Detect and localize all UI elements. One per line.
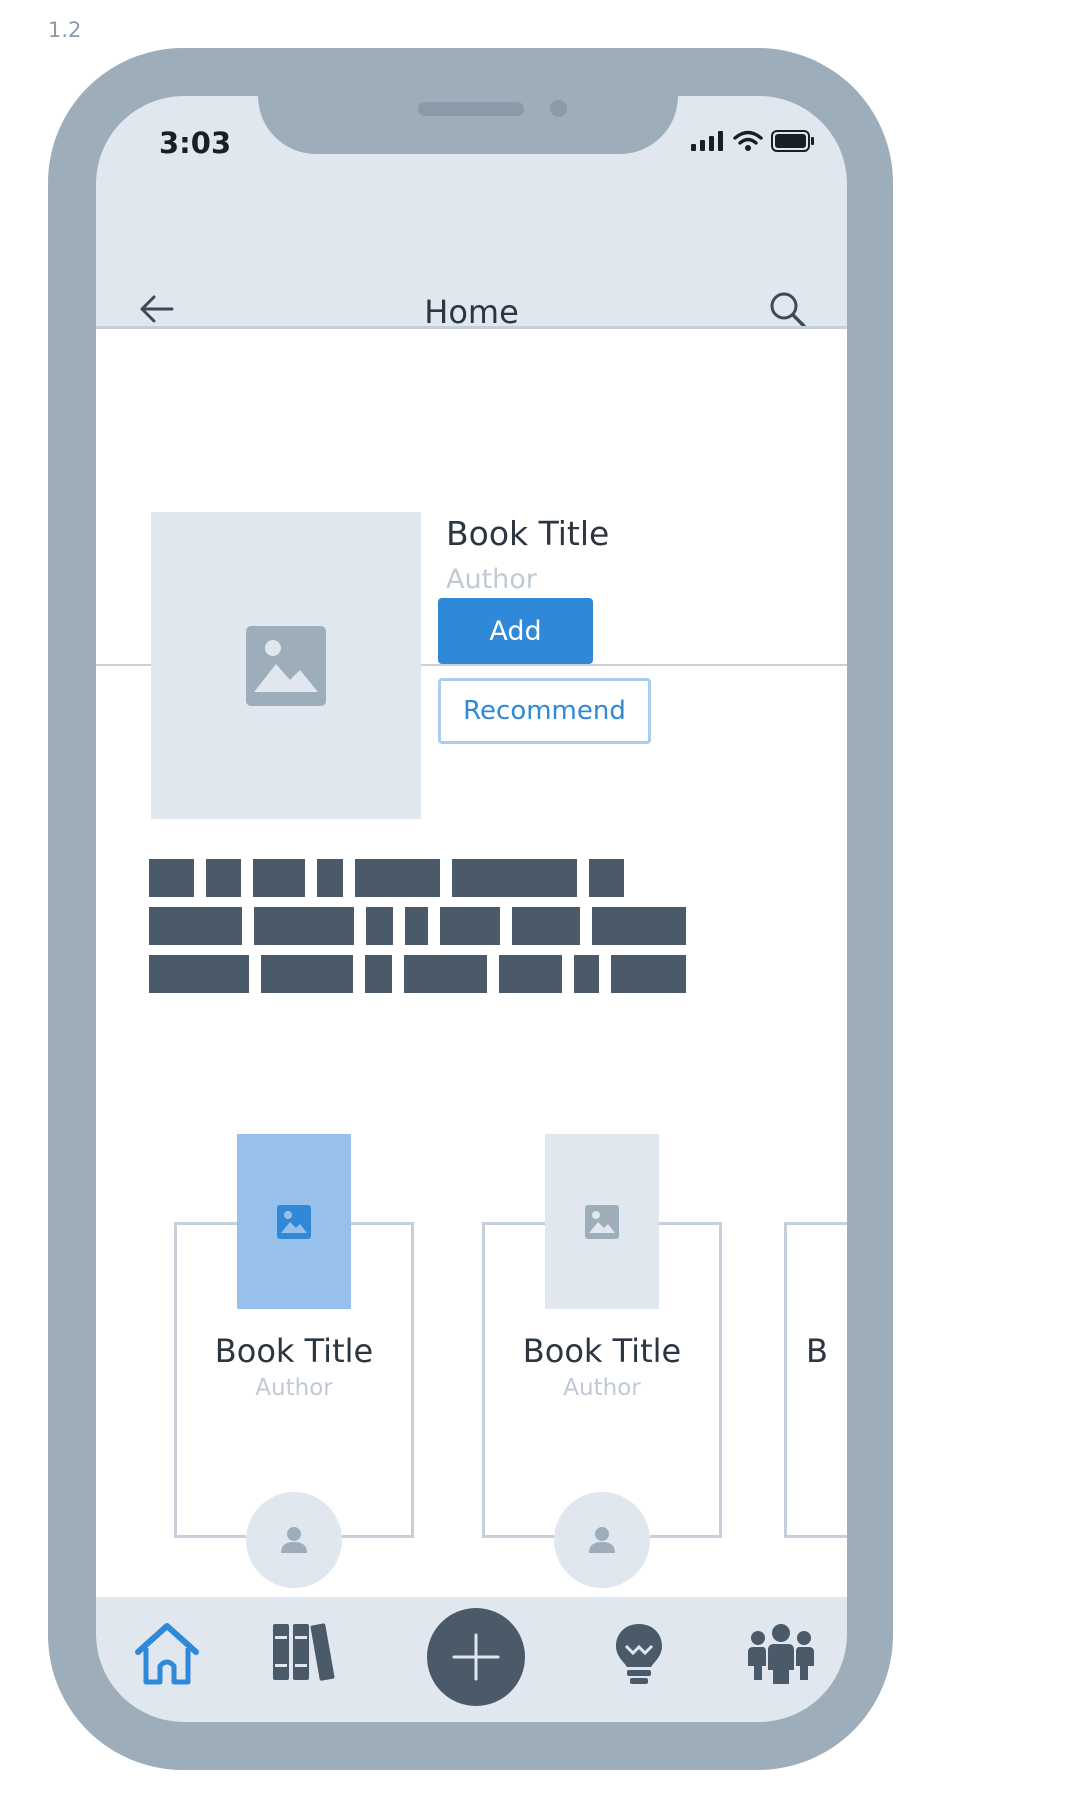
text-placeholder-block [592, 907, 686, 945]
main-content: Book Title Author Add Recommend Book Tit… [96, 326, 847, 1597]
home-icon [135, 1623, 199, 1685]
text-placeholder-block [149, 955, 249, 993]
user-icon [589, 1527, 615, 1553]
version-label: 1.2 [48, 18, 82, 42]
wifi-icon [733, 130, 763, 151]
add-icon [452, 1633, 500, 1681]
status-icons [691, 130, 815, 152]
book-card-title: Book Title [214, 1332, 374, 1370]
text-placeholder-block [404, 955, 487, 993]
text-placeholder-block [611, 955, 686, 993]
text-placeholder-block [149, 907, 242, 945]
book-card[interactable] [784, 1222, 847, 1538]
text-placeholder-block [574, 955, 599, 993]
text-placeholder-block [355, 859, 440, 897]
text-placeholder-block [405, 907, 428, 945]
tab-home[interactable] [134, 1622, 200, 1686]
featured-book-title[interactable]: Book Title [446, 514, 609, 553]
battery-icon [771, 130, 814, 152]
text-placeholder-block [440, 907, 500, 945]
library-icon [273, 1623, 335, 1681]
featured-book-cover[interactable] [151, 512, 421, 819]
tab-bar [96, 1594, 847, 1722]
avatar[interactable] [246, 1492, 342, 1588]
tab-library[interactable] [271, 1622, 337, 1682]
image-placeholder-icon [246, 625, 326, 706]
text-placeholder-block [261, 955, 353, 993]
text-placeholder-block [366, 907, 393, 945]
image-placeholder-icon [277, 1204, 311, 1239]
camera [550, 100, 567, 117]
tab-ideas[interactable] [614, 1622, 664, 1686]
signal-icon [691, 131, 723, 151]
recommend-button[interactable]: Recommend [438, 678, 651, 744]
speaker [418, 102, 524, 116]
avatar[interactable] [554, 1492, 650, 1588]
book-card-author: Author [255, 1375, 333, 1401]
text-placeholder-block [499, 955, 562, 993]
phone-screen: 3:03 Home Book Title Author Add Recommen… [96, 96, 847, 1722]
phone-frame: 3:03 Home Book Title Author Add Recommen… [48, 48, 893, 1770]
text-placeholder-block [254, 907, 354, 945]
text-placeholder-block [512, 907, 580, 945]
book-card-cover[interactable] [237, 1134, 351, 1309]
add-button[interactable]: Add [438, 598, 593, 664]
tab-community[interactable] [746, 1622, 816, 1686]
book-card-cover[interactable] [545, 1134, 659, 1309]
user-icon [281, 1527, 307, 1553]
featured-book-author: Author [446, 564, 537, 595]
status-time: 3:03 [159, 126, 232, 160]
text-placeholder-block [317, 859, 343, 897]
book-card-title: Book Title [522, 1332, 682, 1370]
image-placeholder-icon [585, 1204, 619, 1239]
text-placeholder-block [253, 859, 305, 897]
add-fab-button[interactable] [427, 1608, 525, 1706]
text-placeholder-block [589, 859, 624, 897]
book-card-author: Author [563, 1375, 641, 1401]
notch [258, 96, 678, 154]
text-placeholder-block [365, 955, 392, 993]
text-placeholder-block [206, 859, 241, 897]
ideas-icon [616, 1624, 662, 1684]
community-icon [748, 1624, 814, 1684]
text-placeholder-block [452, 859, 577, 897]
text-placeholder-block [149, 859, 194, 897]
book-card-title: B [806, 1332, 828, 1370]
